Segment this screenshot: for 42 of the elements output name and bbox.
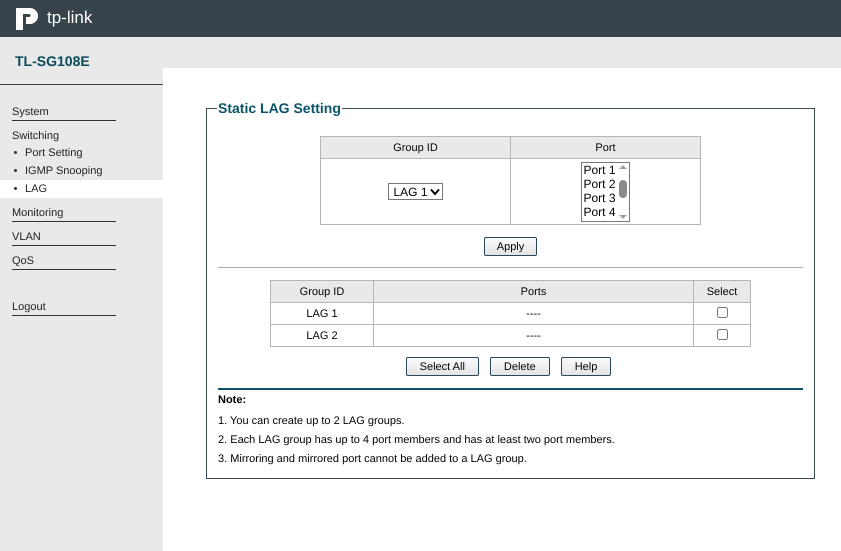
note-text: 3. Mirroring and mirrored port cannot be added to a LAG group. xyxy=(218,452,528,467)
column-header: Select xyxy=(694,280,750,302)
nav-link[interactable]: Monitoring xyxy=(12,204,116,222)
nav-link[interactable]: VLAN xyxy=(12,228,116,246)
bullet-icon xyxy=(14,150,17,154)
table-cell: ---- xyxy=(374,302,694,324)
action-button[interactable]: Delete xyxy=(490,357,550,376)
port-option[interactable]: Port 2 xyxy=(582,176,616,192)
action-button[interactable]: Select All xyxy=(406,357,479,376)
device-model: TL-SG108E xyxy=(15,52,90,68)
select-checkbox[interactable] xyxy=(716,328,728,340)
logout-link[interactable]: Logout xyxy=(12,298,116,316)
panel-title: Static LAG Setting xyxy=(217,100,342,116)
note-text: 2. Each LAG group has up to 4 port members and has at least two port members. xyxy=(218,433,616,448)
select-checkbox[interactable] xyxy=(716,306,728,318)
port-option[interactable]: Port 3 xyxy=(582,191,616,206)
table-cell: LAG 2 xyxy=(270,324,374,346)
bullet-icon xyxy=(14,168,17,172)
bullet-icon xyxy=(14,186,17,190)
port-option[interactable]: Port 4 xyxy=(582,205,616,220)
column-header: Group ID xyxy=(320,136,510,158)
scrollbar-icon xyxy=(616,162,628,220)
action-button[interactable]: Help xyxy=(560,357,612,376)
port-option[interactable]: Port 1 xyxy=(582,162,616,177)
column-header: Port xyxy=(510,136,700,158)
chevron-icon xyxy=(430,188,440,196)
nav-heading[interactable]: Switching xyxy=(12,127,116,144)
nav-link[interactable]: System xyxy=(12,103,116,121)
column-header: Ports xyxy=(374,280,694,302)
table-cell: LAG 1 xyxy=(270,302,374,324)
port-listbox[interactable]: Port 1 Port 2 Port 3 Port 4 xyxy=(581,162,630,222)
table-cell: ---- xyxy=(374,324,694,346)
nav-subitem[interactable]: LAG xyxy=(0,180,163,198)
note-text: 1. You can create up to 2 LAG groups. xyxy=(218,414,406,429)
nav-subitem[interactable]: Port Setting xyxy=(0,144,163,162)
logo-text: tp-link xyxy=(47,8,92,28)
apply-button[interactable]: Apply xyxy=(484,237,538,256)
column-header: Group ID xyxy=(270,280,374,302)
group-dropdown[interactable]: LAG 1 xyxy=(388,183,443,200)
nav-subitem[interactable]: IGMP Snooping xyxy=(0,162,163,180)
nav-link[interactable]: QoS xyxy=(12,252,116,270)
note-title: Note: xyxy=(218,393,248,408)
